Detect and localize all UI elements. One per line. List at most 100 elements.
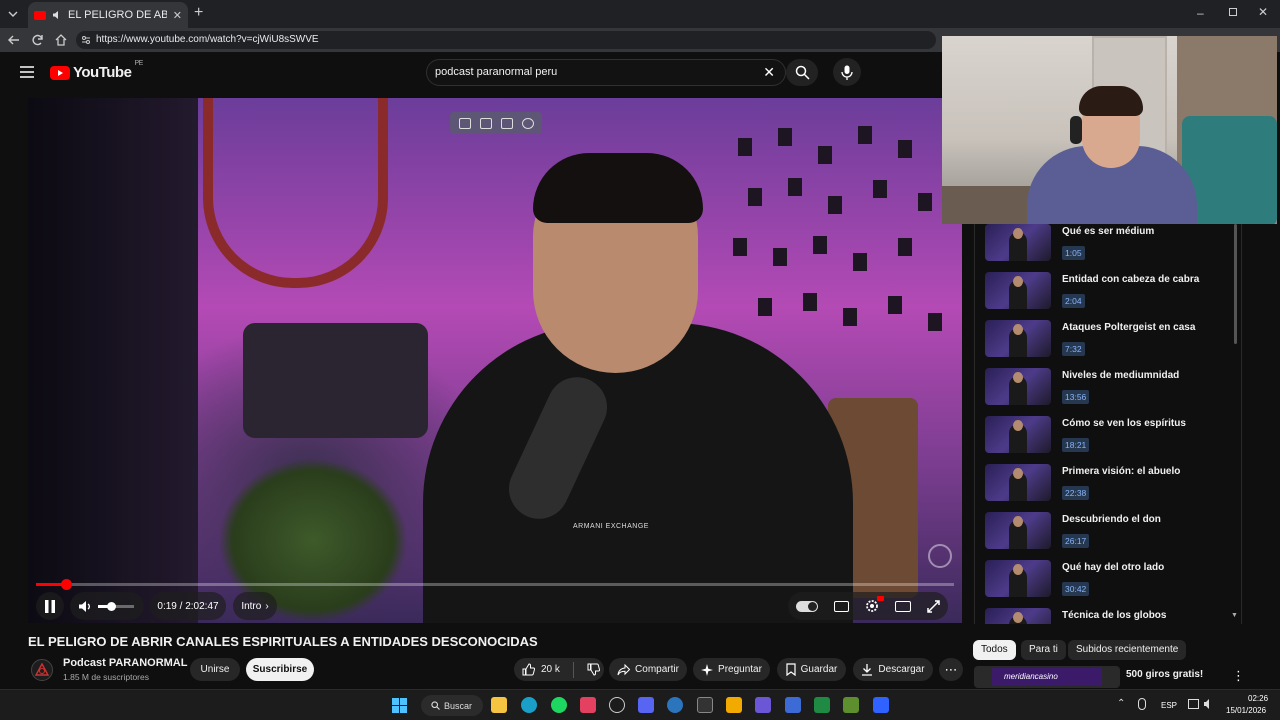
screenshot-icon[interactable] [479, 117, 492, 129]
share-button[interactable]: Compartir [609, 658, 687, 681]
channel-name[interactable]: Podcast PARANORMAL [63, 657, 187, 669]
chapter-thumbnail[interactable] [985, 608, 1051, 624]
close-window-button[interactable]: ✕ [1258, 5, 1268, 19]
volume-icon[interactable] [78, 600, 92, 613]
tiktok-icon[interactable] [580, 697, 596, 713]
chapters-scrollbar[interactable] [1234, 224, 1237, 344]
more-actions-button[interactable]: ⋯ [939, 658, 963, 681]
chapter-item[interactable]: Ataques Poltergeist en casa 7:32 [985, 320, 1235, 364]
volume-slider-knob[interactable] [107, 601, 116, 611]
chapter-item[interactable]: Qué hay del otro lado 30:42 [985, 560, 1235, 604]
windows-start-icon[interactable] [392, 698, 407, 713]
dislike-button[interactable] [587, 663, 600, 676]
back-arrow-icon[interactable] [7, 33, 21, 47]
fullscreen-icon[interactable] [927, 599, 940, 613]
chapter-timestamp[interactable]: 1:05 [1062, 246, 1085, 260]
taskbar-search[interactable]: Buscar [421, 695, 483, 716]
home-icon[interactable] [54, 33, 68, 47]
tab-list-icon[interactable] [6, 7, 20, 21]
join-button[interactable]: Unirse [190, 658, 240, 681]
ad-menu-icon[interactable]: ⋮ [1232, 668, 1245, 684]
speaker-icon[interactable] [52, 10, 62, 20]
filter-chip[interactable]: Subidos recientemente [1068, 640, 1187, 660]
clock-time[interactable]: 02:26 [1248, 694, 1268, 703]
chapter-thumbnail[interactable] [985, 560, 1051, 597]
epic-games-icon[interactable] [697, 697, 713, 713]
volume-control[interactable] [70, 592, 144, 620]
channel-avatar[interactable] [31, 659, 53, 681]
minecraft-icon[interactable] [843, 697, 859, 713]
theater-mode-icon[interactable] [895, 600, 911, 612]
tab-close-icon[interactable]: ✕ [173, 9, 182, 22]
filter-chip[interactable]: Todos [973, 640, 1016, 660]
chatgpt-icon[interactable] [609, 697, 625, 713]
autoplay-toggle[interactable] [796, 600, 818, 612]
chapter-thumbnail[interactable] [985, 320, 1051, 357]
chapter-timestamp[interactable]: 30:42 [1062, 582, 1090, 596]
subtitles-icon[interactable] [834, 600, 849, 612]
scroll-down-arrow-icon[interactable]: ▼ [1231, 612, 1238, 619]
volume-slider[interactable] [98, 601, 134, 611]
steam-icon[interactable] [667, 697, 683, 713]
network-icon[interactable] [1188, 699, 1199, 709]
hamburger-menu-icon[interactable] [20, 66, 34, 78]
chapter-thumbnail[interactable] [985, 272, 1051, 309]
spotify-icon[interactable] [551, 697, 567, 713]
chapter-item[interactable]: Cómo se ven los espíritus 18:21 [985, 416, 1235, 460]
chapter-button[interactable]: Intro › [233, 592, 277, 620]
chapter-thumbnail[interactable] [985, 224, 1051, 261]
browser-tab-active[interactable]: EL PELIGRO DE ABRIR CANALES ✕ [28, 2, 188, 28]
channel-watermark-icon[interactable] [928, 544, 952, 568]
voice-search-button[interactable] [833, 58, 861, 86]
edge-browser-icon[interactable] [521, 697, 537, 713]
notes-icon[interactable] [500, 117, 513, 129]
chapter-thumbnail[interactable] [985, 512, 1051, 549]
chapter-item[interactable]: Primera visión: el abuelo 22:38 [985, 464, 1235, 508]
chapter-timestamp[interactable]: 2:04 [1062, 294, 1085, 308]
video-player[interactable]: ARMANI EXCHANGE 0:19 / 2:02:47 Intro › [28, 98, 962, 623]
ask-button[interactable]: Preguntar [693, 658, 770, 681]
new-tab-button[interactable]: + [194, 5, 203, 21]
chapter-timestamp[interactable]: 7:32 [1062, 342, 1085, 356]
ad-thumbnail[interactable]: meridiancasino [974, 666, 1120, 688]
subscribe-button[interactable]: Suscribirse [246, 658, 314, 681]
reload-icon[interactable] [31, 33, 45, 47]
chapter-timestamp[interactable]: 22:38 [1062, 486, 1090, 500]
chapter-thumbnail[interactable] [985, 368, 1051, 405]
chapter-thumbnail[interactable] [985, 416, 1051, 453]
clock-date[interactable]: 15/01/2026 [1226, 706, 1266, 715]
filter-chip[interactable]: Para ti [1021, 640, 1066, 660]
chapter-item[interactable]: Técnica de los globos [985, 608, 1235, 624]
chapter-item[interactable]: Entidad con cabeza de cabra 2:04 [985, 272, 1235, 316]
url-field[interactable]: https://www.youtube.com/watch?v=cjWiU8sS… [76, 31, 936, 49]
chapter-timestamp[interactable]: 13:56 [1062, 390, 1090, 404]
progress-bar[interactable] [36, 579, 954, 590]
progress-scrubber[interactable] [61, 579, 72, 590]
chapter-item[interactable]: Qué es ser médium 1:05 [985, 224, 1235, 268]
like-button[interactable]: 20 k [522, 658, 560, 681]
recorder-app-icon[interactable] [873, 697, 889, 713]
microphone-icon[interactable] [1138, 698, 1146, 710]
ad-title[interactable]: 500 giros gratis! [1126, 669, 1203, 680]
chapter-item[interactable]: Descubriendo el don 26:17 [985, 512, 1235, 556]
pause-button[interactable] [36, 592, 64, 620]
taskbar-app-icon[interactable] [755, 697, 771, 713]
youtube-logo[interactable]: YouTube PE [50, 60, 143, 81]
volume-tray-icon[interactable] [1203, 698, 1215, 710]
rockstar-icon[interactable] [726, 697, 742, 713]
chapter-item[interactable]: Niveles de mediumnidad 13:56 [985, 368, 1235, 412]
download-button[interactable]: Descargar [853, 658, 933, 681]
restore-window-button[interactable] [1229, 8, 1237, 16]
chapter-timestamp[interactable]: 18:21 [1062, 438, 1090, 452]
discord-icon[interactable] [638, 697, 654, 713]
minimize-window-button[interactable]: – [1197, 6, 1204, 20]
save-button[interactable]: Guardar [777, 658, 846, 681]
site-info-icon[interactable] [81, 35, 91, 45]
language-indicator[interactable]: ESP [1161, 701, 1177, 710]
settings-icon[interactable] [865, 596, 884, 613]
file-explorer-icon[interactable] [491, 697, 507, 713]
taskbar-app-2-icon[interactable] [785, 697, 801, 713]
show-hidden-icons-chevron-icon[interactable]: ⌃ [1117, 698, 1125, 709]
picture-in-picture-icon[interactable] [458, 117, 471, 129]
search-input[interactable]: podcast paranormal peru ✕ [426, 59, 786, 86]
